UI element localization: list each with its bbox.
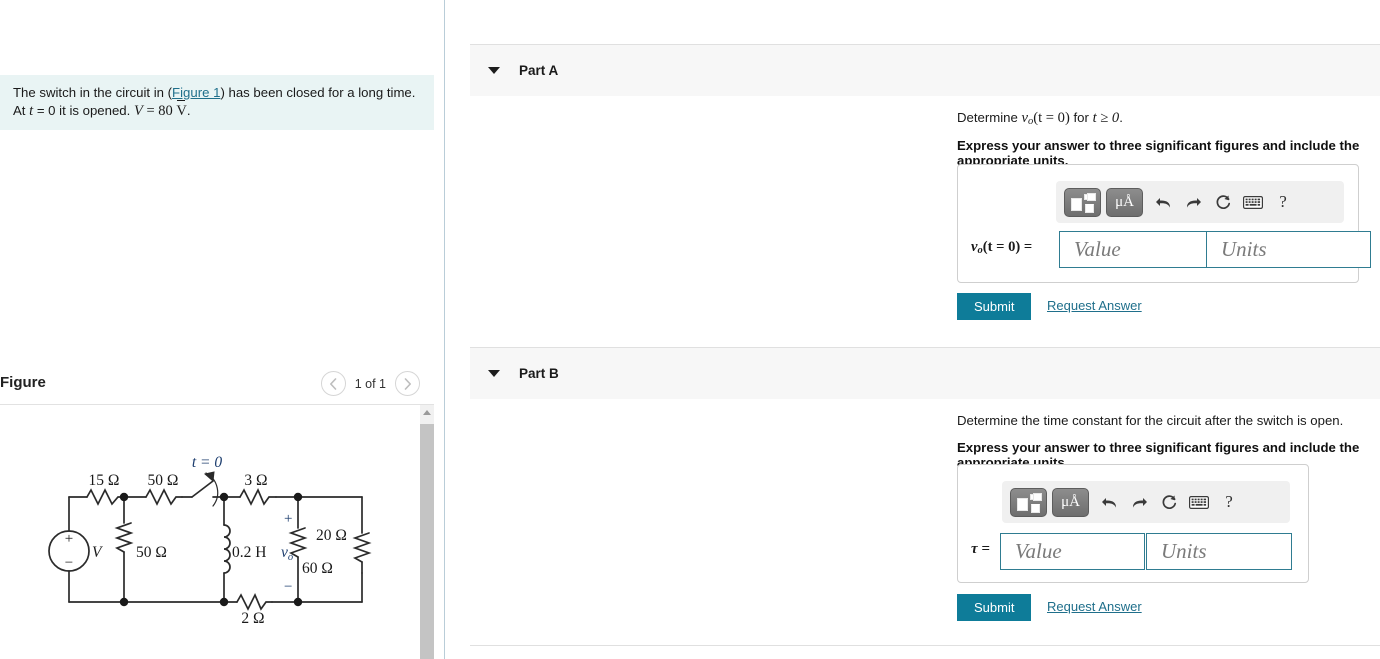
- part-a-submit-button[interactable]: Submit: [957, 293, 1032, 320]
- micro-angstrom-units-icon[interactable]: μÅ: [1106, 187, 1143, 217]
- part-a-label: Part A: [519, 63, 559, 78]
- problem-text-2: ) has been closed for a long time.: [220, 85, 416, 100]
- problem-text-1: The switch in the circuit in (: [13, 85, 173, 100]
- math-template-icon[interactable]: [1064, 187, 1101, 217]
- caret-down-icon[interactable]: [488, 370, 500, 377]
- label-vo-minus: −: [284, 579, 292, 595]
- problem-var-V: V: [133, 103, 143, 119]
- label-vo-plus: +: [284, 511, 292, 527]
- label-switch-t0: t = 0: [192, 454, 223, 471]
- chevron-right-icon: [404, 377, 411, 390]
- part-b-question: Determine the time constant for the circ…: [957, 413, 1344, 428]
- part-b-units-input[interactable]: Units: [1146, 533, 1292, 570]
- label-r50-top: 50 Ω: [148, 472, 179, 489]
- part-a-answer-box: μÅ ? vo(t = 0) = Value Units: [957, 164, 1371, 283]
- part-a-math-toolbar: μÅ ?: [1056, 181, 1344, 223]
- switch-arrow-icon: [203, 471, 215, 483]
- figure-navigation: 1 of 1: [320, 371, 420, 396]
- circuit-diagram: 15 Ω 50 Ω t = 0 3 Ω 50 Ω V + − 0.2 H vo …: [48, 454, 372, 627]
- part-a-question-suffix: .: [1119, 110, 1123, 125]
- math-template-icon[interactable]: [1010, 487, 1047, 517]
- problem-value: = 80: [142, 103, 177, 119]
- undo-icon[interactable]: [1094, 488, 1124, 516]
- label-r2: 2 Ω: [241, 610, 264, 627]
- part-a-question: Determine vo(t = 0) for t ≥ 0.: [957, 110, 1123, 127]
- part-a-question-mid: for: [1069, 110, 1093, 125]
- right-panel: Part A Determine vo(t = 0) for t ≥ 0. Ex…: [445, 0, 1380, 659]
- problem-unit-volt: V: [176, 103, 187, 119]
- label-r50-shunt: 50 Ω: [136, 544, 167, 561]
- label-r3: 3 Ω: [244, 472, 267, 489]
- page-root: The switch in the circuit in (Figure 1) …: [0, 0, 1380, 659]
- problem-text-3: At: [13, 103, 30, 118]
- part-a-lhs-label: vo(t = 0) =: [971, 239, 1033, 256]
- part-a-question-prefix: Determine: [957, 110, 1022, 125]
- label-source-plus: +: [65, 531, 73, 547]
- problem-statement: The switch in the circuit in (Figure 1) …: [0, 75, 434, 130]
- figure-scroll-up-button[interactable]: [420, 405, 434, 420]
- part-a-question-cond: t ≥ 0: [1092, 110, 1120, 126]
- part-a-units-input[interactable]: Units: [1206, 231, 1371, 268]
- part-a-header[interactable]: Part A: [470, 44, 1380, 96]
- figure-1-link[interactable]: Figure 1: [172, 85, 220, 100]
- part-b-value-input[interactable]: Value: [1000, 533, 1145, 570]
- micro-angstrom-units-icon[interactable]: μÅ: [1052, 487, 1089, 517]
- label-inductor: 0.2 H: [232, 544, 266, 561]
- problem-text-5: .: [186, 103, 191, 118]
- chevron-left-icon: [330, 377, 337, 390]
- part-a-value-input[interactable]: Value: [1059, 231, 1225, 268]
- help-icon[interactable]: ?: [1214, 488, 1244, 516]
- part-b-answer-box: μÅ ? τ = Value Units: [957, 464, 1309, 583]
- label-vo: vo: [281, 544, 293, 563]
- part-a-request-answer-link[interactable]: Request Answer: [1047, 298, 1142, 313]
- part-b-lhs-label: τ =: [971, 541, 990, 557]
- reset-icon[interactable]: [1154, 488, 1184, 516]
- figure-next-button[interactable]: [395, 371, 420, 396]
- keyboard-icon[interactable]: [1184, 488, 1214, 516]
- label-source-V: V: [92, 544, 103, 561]
- label-r15: 15 Ω: [89, 472, 120, 489]
- figure-scrollbar-thumb[interactable]: [420, 424, 434, 659]
- problem-text-4: = 0 it is opened.: [33, 103, 134, 118]
- keyboard-icon[interactable]: [1238, 188, 1268, 216]
- reset-icon[interactable]: [1208, 188, 1238, 216]
- part-b-request-answer-link[interactable]: Request Answer: [1047, 599, 1142, 614]
- figure-header: Figure 1 of 1: [0, 365, 434, 404]
- figure-counter: 1 of 1: [354, 376, 386, 391]
- part-b-label: Part B: [519, 366, 559, 381]
- bottom-divider: [470, 645, 1380, 646]
- part-a-question-expr: (t = 0): [1033, 110, 1070, 126]
- part-b-submit-button[interactable]: Submit: [957, 594, 1032, 621]
- redo-icon[interactable]: [1178, 188, 1208, 216]
- help-icon[interactable]: ?: [1268, 188, 1298, 216]
- label-r20: 20 Ω: [316, 527, 347, 544]
- label-r60: 60 Ω: [302, 560, 333, 577]
- part-b-math-toolbar: μÅ ?: [1002, 481, 1290, 523]
- undo-icon[interactable]: [1148, 188, 1178, 216]
- part-b-header[interactable]: Part B: [470, 347, 1380, 399]
- caret-down-icon[interactable]: [488, 67, 500, 74]
- label-source-minus: −: [65, 555, 73, 571]
- figure-body: 15 Ω 50 Ω t = 0 3 Ω 50 Ω V + − 0.2 H vo …: [0, 404, 434, 659]
- figure-title: Figure: [0, 374, 46, 391]
- redo-icon[interactable]: [1124, 488, 1154, 516]
- figure-prev-button[interactable]: [320, 371, 346, 396]
- left-panel: The switch in the circuit in (Figure 1) …: [0, 0, 444, 659]
